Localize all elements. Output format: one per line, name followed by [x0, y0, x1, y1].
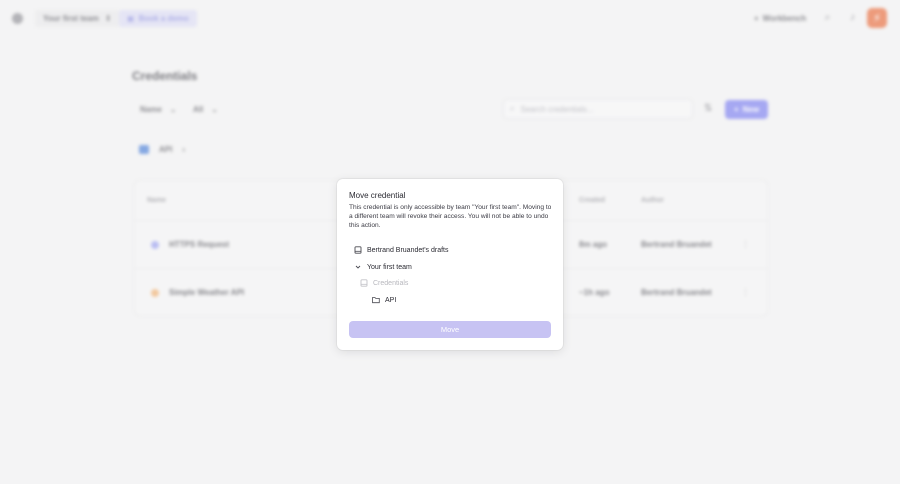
- tree-item-label: Bertrand Bruandet's drafts: [367, 246, 449, 254]
- tree-item-your-first-team[interactable]: Your first team: [354, 263, 412, 271]
- move-credential-dialog: Move credential This credential is only …: [337, 179, 563, 350]
- tree-item-label: API: [385, 296, 397, 304]
- folder-icon: [372, 296, 380, 304]
- tree-item-credentials: Credentials: [360, 279, 408, 287]
- tree-item-label: Credentials: [373, 279, 409, 287]
- dialog-title: Move credential: [349, 191, 406, 200]
- move-button[interactable]: Move: [349, 321, 551, 338]
- tree-item-drafts[interactable]: Bertrand Bruandet's drafts: [354, 246, 449, 254]
- book-icon: [354, 246, 362, 254]
- chevron-down-icon: [354, 263, 362, 271]
- tree-item-label: Your first team: [367, 263, 412, 271]
- dialog-description: This credential is only accessible by te…: [349, 204, 552, 229]
- tree-item-api[interactable]: API: [372, 296, 396, 304]
- book-icon: [360, 279, 368, 287]
